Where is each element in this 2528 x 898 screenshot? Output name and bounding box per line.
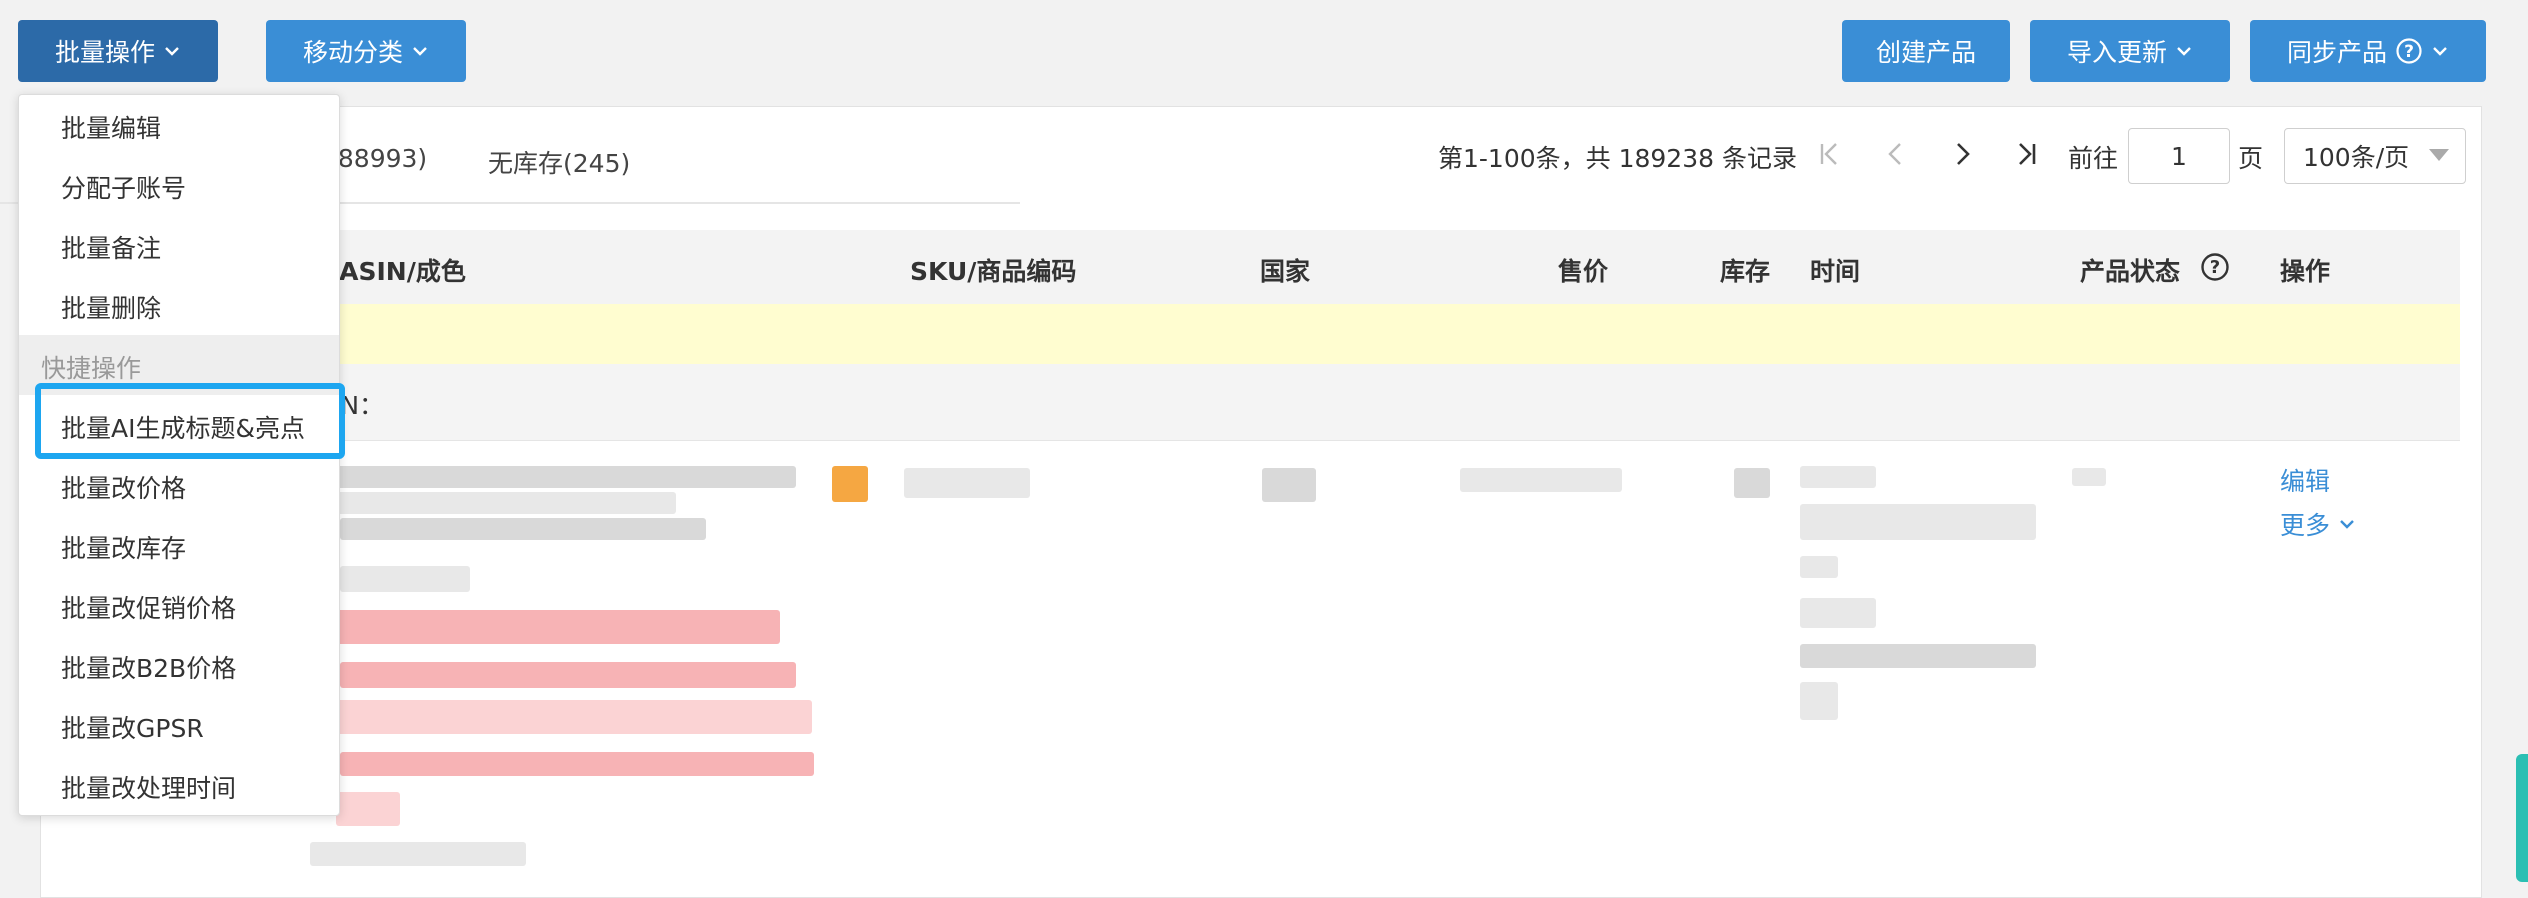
product-thumbnail: [832, 466, 868, 502]
batch-ops-button[interactable]: 批量操作: [18, 20, 218, 82]
dropdown-triangle-icon: [2429, 149, 2449, 161]
menu-item-change-promo-price[interactable]: 批量改促销价格: [61, 589, 236, 625]
blurred-title-line: [316, 492, 676, 514]
page-size-value: 100条/页: [2303, 143, 2410, 172]
more-actions-label: 更多: [2280, 511, 2331, 540]
blurred-title-line: [336, 700, 812, 734]
batch-ops-dropdown-menu: 批量编辑 分配子账号 批量备注 批量删除 快捷操作 批量AI生成标题&亮点 批量…: [18, 94, 345, 816]
more-actions-link[interactable]: 更多: [2280, 506, 2356, 542]
page-size-select[interactable]: 100条/页: [2284, 128, 2466, 184]
import-update-label: 导入更新: [2066, 38, 2167, 67]
col-status: 产品状态: [2080, 257, 2181, 286]
page-number-input[interactable]: [2128, 128, 2230, 184]
first-page-icon[interactable]: [1814, 138, 1846, 170]
blurred-price: [1460, 468, 1622, 492]
col-price: 售价: [1558, 257, 1609, 286]
blurred-title-line: [340, 566, 470, 592]
svg-text:?: ?: [2404, 42, 2414, 62]
batch-ops-label: 批量操作: [54, 38, 155, 67]
col-sku: SKU/商品编码: [910, 257, 1077, 286]
blurred-title-line: [340, 518, 706, 540]
edit-link[interactable]: 编辑: [2280, 462, 2330, 498]
blurred-time: [1800, 466, 1876, 488]
blurred-title-line: [336, 610, 780, 644]
tab-no-stock[interactable]: 无库存(245): [488, 144, 630, 180]
blurred-country: [1262, 468, 1316, 502]
blurred-time: [1800, 682, 1838, 720]
blurred-time: [1800, 504, 2036, 540]
import-update-button[interactable]: 导入更新: [2030, 20, 2230, 82]
menu-group-label: 快捷操作: [41, 354, 142, 383]
help-circle-icon[interactable]: ?: [2200, 252, 2230, 282]
chevron-down-icon: [411, 42, 429, 60]
blurred-time: [1800, 598, 1876, 628]
pager-summary: 第1-100条，共 189238 条记录: [1438, 144, 1797, 173]
col-stock: 库存: [1720, 257, 1771, 286]
menu-item-change-gpsr[interactable]: 批量改GPSR: [61, 709, 204, 745]
highlight-annotation-box: [35, 383, 345, 459]
blurred-time: [1800, 556, 1838, 578]
goto-label: 前往: [2068, 144, 2119, 173]
blurred-time: [1800, 644, 2036, 668]
chevron-down-icon: [2175, 42, 2193, 60]
sync-product-button[interactable]: 同步产品 ?: [2250, 20, 2486, 82]
prev-page-icon[interactable]: [1880, 138, 1912, 170]
blurred-title-line: [336, 792, 400, 826]
blurred-title-line: [316, 466, 796, 488]
menu-item-change-b2b-price[interactable]: 批量改B2B价格: [61, 649, 236, 685]
next-page-icon[interactable]: [1946, 138, 1978, 170]
help-circle-icon[interactable]: ?: [2395, 37, 2423, 65]
notice-row: [40, 304, 2460, 365]
blurred-title-line: [340, 662, 796, 688]
blurred-title-line: [310, 842, 526, 866]
menu-item-batch-delete[interactable]: 批量删除: [61, 289, 161, 325]
chevron-down-icon: [2338, 515, 2356, 533]
chevron-down-icon: [2431, 42, 2449, 60]
col-time: 时间: [1810, 257, 1861, 286]
floating-side-tab[interactable]: [2516, 754, 2528, 882]
svg-text:?: ?: [2210, 257, 2220, 278]
sync-product-label: 同步产品: [2286, 38, 2387, 67]
group-row: [40, 364, 2460, 441]
blurred-title-line: [340, 752, 814, 776]
chevron-down-icon: [163, 42, 181, 60]
col-action: 操作: [2280, 257, 2331, 286]
blurred-status: [2072, 468, 2106, 486]
col-country: 国家: [1260, 257, 1311, 286]
menu-item-assign-subaccount[interactable]: 分配子账号: [61, 169, 186, 205]
last-page-icon[interactable]: [2010, 138, 2042, 170]
menu-item-batch-note[interactable]: 批量备注: [61, 229, 161, 265]
menu-item-batch-edit[interactable]: 批量编辑: [61, 109, 161, 145]
move-category-label: 移动分类: [302, 38, 403, 67]
page-suffix: 页: [2238, 144, 2264, 173]
create-product-button[interactable]: 创建产品: [1842, 20, 2010, 82]
menu-item-change-stock[interactable]: 批量改库存: [61, 529, 186, 565]
create-product-label: 创建产品: [1875, 38, 1976, 67]
menu-item-change-price[interactable]: 批量改价格: [61, 469, 186, 505]
menu-item-change-handling-time[interactable]: 批量改处理时间: [61, 769, 236, 805]
blurred-sku: [904, 468, 1030, 498]
move-category-button[interactable]: 移动分类: [266, 20, 466, 82]
blurred-stock: [1734, 468, 1770, 498]
table-header: 标题/ASIN/成色 SKU/商品编码 国家 售价 库存 时间 产品状态 ? 操…: [40, 230, 2460, 305]
